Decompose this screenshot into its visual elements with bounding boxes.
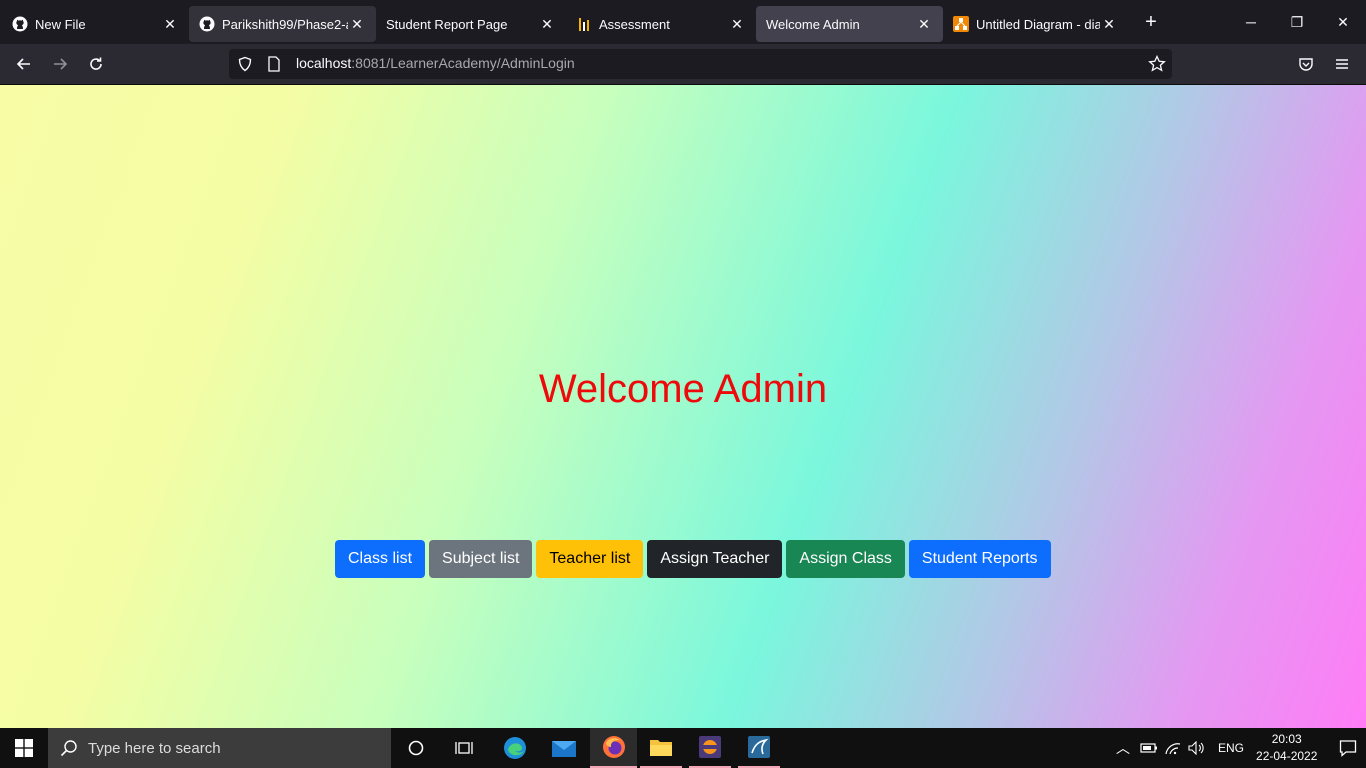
search-placeholder: Type here to search [88,739,221,757]
tab-label: Student Report Page [386,16,508,32]
tab-bar: New File ✕ Parikshith99/Phase2-ass ✕ Stu… [0,0,1366,44]
close-icon[interactable]: ✕ [161,15,179,33]
file-explorer-icon[interactable] [640,728,682,768]
url-path: :8081/LearnerAcademy/AdminLogin [351,55,575,71]
tab-welcome-admin[interactable]: Welcome Admin ✕ [756,6,943,42]
cortana-icon[interactable] [396,728,436,768]
restore-icon[interactable]: ❐ [1274,0,1320,44]
windows-start-icon[interactable] [0,728,48,768]
task-view-icon[interactable] [444,728,484,768]
tab-label: Untitled Diagram - diagra [976,16,1100,32]
github-icon [12,16,28,32]
battery-icon[interactable] [1140,742,1158,754]
mail-icon[interactable] [543,728,585,768]
taskbar-search-box[interactable]: Type here to search [48,728,391,768]
system-tray: ︿ ENG 20:03 22-04-2022 [1114,728,1357,768]
drawio-icon [953,16,969,32]
tab-label: Welcome Admin [766,16,860,32]
url-text[interactable]: localhost:8081/LearnerAcademy/AdminLogin [296,55,575,73]
clock-date: 22-04-2022 [1256,749,1318,763]
new-tab-button[interactable]: + [1136,7,1166,37]
subject-list-button[interactable]: Subject list [429,540,533,578]
assign-teacher-button[interactable]: Assign Teacher [647,540,783,578]
close-icon[interactable]: ✕ [915,15,933,33]
tab-drawio[interactable]: Untitled Diagram - diagra ✕ [943,6,1128,42]
page-title: Welcome Admin [538,367,828,411]
taskbar: Type here to search ︿ ENG 20:03 22-04-20… [0,728,1366,768]
clock[interactable]: 20:03 22-04-2022 [1256,731,1317,765]
page-content: Welcome Admin Class list Subject list Te… [0,85,1366,728]
mysql-workbench-icon[interactable] [738,728,780,768]
teacher-list-button[interactable]: Teacher list [536,540,644,578]
notification-icon[interactable] [1339,739,1357,757]
forward-arrow-icon[interactable] [46,50,74,78]
shield-icon[interactable] [237,56,255,72]
tab-github[interactable]: Parikshith99/Phase2-ass ✕ [189,6,376,42]
bookmark-star-icon[interactable] [1148,55,1166,73]
pocket-icon[interactable] [1292,50,1320,78]
close-window-icon[interactable]: ✕ [1320,0,1366,44]
wifi-icon[interactable] [1164,741,1182,755]
navigation-bar: localhost:8081/LearnerAcademy/AdminLogin [0,44,1366,85]
admin-button-group: Class list Subject list Teacher list Ass… [335,540,1051,578]
class-list-button[interactable]: Class list [335,540,426,578]
tab-new-file[interactable]: New File ✕ [2,6,189,42]
language-indicator[interactable]: ENG [1218,741,1244,755]
chevron-up-icon[interactable]: ︿ [1114,738,1132,758]
close-icon[interactable]: ✕ [538,15,556,33]
tab-label: Parikshith99/Phase2-ass [222,16,348,32]
tab-student-report[interactable]: Student Report Page ✕ [376,6,566,42]
tab-label: Assessment [599,16,670,32]
student-reports-button[interactable]: Student Reports [908,540,1051,578]
close-icon[interactable]: ✕ [728,15,746,33]
clock-time: 20:03 [1271,732,1302,746]
tab-assessment[interactable]: Assessment ✕ [566,6,756,42]
page-icon [267,56,283,72]
back-arrow-icon[interactable] [10,50,38,78]
url-host: localhost [296,55,352,71]
close-icon[interactable]: ✕ [1100,15,1118,33]
assign-class-button[interactable]: Assign Class [786,540,905,578]
speaker-icon[interactable] [1188,741,1206,755]
minimize-icon[interactable]: ─ [1228,0,1274,44]
eclipse-ide-icon[interactable] [689,728,731,768]
menu-icon[interactable] [1328,50,1356,78]
github-icon [199,16,215,32]
firefox-icon[interactable] [590,728,637,768]
tab-label: New File [35,16,86,32]
bar-chart-icon [576,16,592,32]
close-icon[interactable]: ✕ [348,15,366,33]
url-bar[interactable]: localhost:8081/LearnerAcademy/AdminLogin [229,49,1172,79]
reload-icon[interactable] [82,50,110,78]
edge-icon[interactable] [494,728,536,768]
search-icon [60,739,78,757]
